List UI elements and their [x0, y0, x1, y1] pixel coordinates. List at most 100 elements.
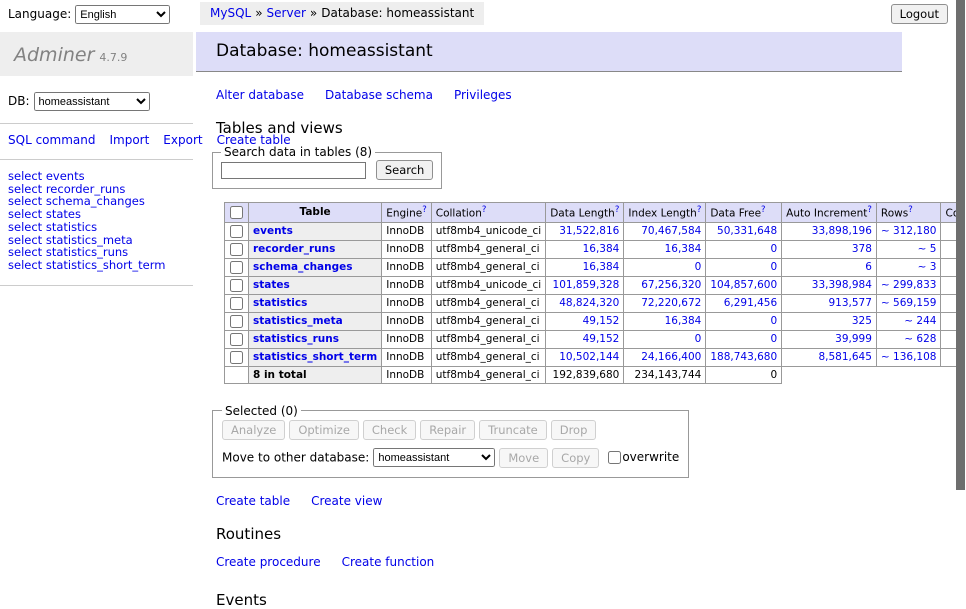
table-link-schema-changes[interactable]: schema_changes — [253, 261, 353, 273]
help-link[interactable]: ? — [615, 205, 620, 215]
data-length-link[interactable]: 48,824,320 — [559, 297, 619, 309]
link-create-function[interactable]: Create function — [342, 555, 435, 569]
auto-increment-link[interactable]: 39,999 — [835, 333, 872, 345]
data-free-link[interactable]: 104,857,600 — [710, 279, 777, 291]
sidebar-item-select-states[interactable]: select states — [8, 208, 185, 221]
data-free-link[interactable]: 0 — [770, 261, 777, 273]
rows-cell: ~ 312,180 — [876, 222, 941, 240]
copy-button[interactable]: Copy — [552, 448, 599, 468]
help-link[interactable]: ? — [697, 205, 702, 215]
auto-increment-link[interactable]: 33,898,196 — [812, 225, 872, 237]
data-free-link[interactable]: 188,743,680 — [710, 351, 777, 363]
index-length-link[interactable]: 16,384 — [665, 243, 702, 255]
auto-increment-link[interactable]: 325 — [852, 315, 872, 327]
search-button[interactable]: Search — [376, 160, 434, 180]
table-link-states[interactable]: states — [253, 279, 290, 291]
data-length-link[interactable]: 49,152 — [583, 333, 620, 345]
table-link-events[interactable]: events — [253, 225, 293, 237]
row-checkbox[interactable] — [230, 333, 243, 346]
language-select[interactable]: English — [75, 5, 170, 24]
data-free-link[interactable]: 6,291,456 — [724, 297, 777, 309]
data-length-link[interactable]: 49,152 — [583, 315, 620, 327]
link-privileges[interactable]: Privileges — [454, 88, 512, 102]
sidebar-item-sql-command[interactable]: SQL command — [8, 133, 95, 147]
breadcrumb-link-server[interactable]: Server — [267, 6, 306, 20]
index-length-link[interactable]: 16,384 — [665, 315, 702, 327]
sidebar-item-select-statistics[interactable]: select statistics — [8, 221, 185, 234]
row-checkbox[interactable] — [230, 279, 243, 292]
rows-link[interactable]: ~ 569,159 — [881, 297, 937, 309]
data-length-link[interactable]: 31,522,816 — [559, 225, 619, 237]
overwrite-checkbox[interactable] — [608, 451, 621, 464]
help-link[interactable]: ? — [908, 205, 913, 215]
rows-link[interactable]: ~ 299,833 — [881, 279, 937, 291]
collation-cell: utf8mb4_unicode_ci — [431, 222, 545, 240]
move-db-select[interactable]: homeassistant — [373, 448, 495, 467]
help-link[interactable]: ? — [867, 205, 872, 215]
data-length-cell: 16,384 — [546, 258, 624, 276]
row-checkbox[interactable] — [230, 351, 243, 364]
link-alter-database[interactable]: Alter database — [216, 88, 304, 102]
sidebar-item-import[interactable]: Import — [109, 133, 149, 147]
auto-increment-link[interactable]: 378 — [852, 243, 872, 255]
rows-link[interactable]: ~ 244 — [904, 315, 936, 327]
row-checkbox[interactable] — [230, 225, 243, 238]
analyze-button[interactable]: Analyze — [222, 420, 285, 440]
scrollbar-thumb[interactable] — [956, 0, 965, 490]
data-length-link[interactable]: 101,859,328 — [553, 279, 620, 291]
auto-increment-link[interactable]: 33,398,984 — [812, 279, 872, 291]
data-free-link[interactable]: 0 — [770, 315, 777, 327]
index-length-link[interactable]: 67,256,320 — [641, 279, 701, 291]
breadcrumb-link-mysql[interactable]: MySQL — [210, 6, 251, 20]
link-create-view[interactable]: Create view — [311, 494, 382, 508]
auto-increment-link[interactable]: 8,581,645 — [818, 351, 871, 363]
rows-link[interactable]: ~ 5 — [918, 243, 937, 255]
auto-increment-link[interactable]: 913,577 — [829, 297, 872, 309]
index-length-link[interactable]: 72,220,672 — [641, 297, 701, 309]
auto-increment-cell: 325 — [782, 312, 877, 330]
truncate-button[interactable]: Truncate — [479, 420, 547, 440]
link-database-schema[interactable]: Database schema — [325, 88, 433, 102]
rows-link[interactable]: ~ 628 — [904, 333, 936, 345]
rows-link[interactable]: ~ 3 — [918, 261, 937, 273]
help-link[interactable]: ? — [422, 205, 427, 215]
table-link-statistics-meta[interactable]: statistics_meta — [253, 315, 343, 327]
index-length-link[interactable]: 0 — [695, 333, 702, 345]
db-select[interactable]: homeassistant — [34, 92, 150, 111]
check-button[interactable]: Check — [363, 420, 416, 440]
sidebar-item-select-events[interactable]: select events — [8, 170, 185, 183]
table-link-statistics-short-term[interactable]: statistics_short_term — [253, 351, 377, 363]
link-create-table[interactable]: Create table — [216, 494, 290, 508]
optimize-button[interactable]: Optimize — [289, 420, 359, 440]
data-free-link[interactable]: 50,331,648 — [717, 225, 777, 237]
row-checkbox[interactable] — [230, 243, 243, 256]
link-create-procedure[interactable]: Create procedure — [216, 555, 321, 569]
index-length-link[interactable]: 0 — [695, 261, 702, 273]
table-link-statistics-runs[interactable]: statistics_runs — [253, 333, 339, 345]
help-link[interactable]: ? — [482, 205, 487, 215]
drop-button[interactable]: Drop — [551, 420, 597, 440]
row-checkbox[interactable] — [230, 297, 243, 310]
move-button[interactable]: Move — [499, 448, 548, 468]
data-length-link[interactable]: 16,384 — [583, 261, 620, 273]
rows-link[interactable]: ~ 136,108 — [881, 351, 937, 363]
scrollbar[interactable] — [956, 0, 966, 543]
help-link[interactable]: ? — [761, 205, 766, 215]
repair-button[interactable]: Repair — [420, 420, 475, 440]
auto-increment-link[interactable]: 6 — [865, 261, 872, 273]
rows-link[interactable]: ~ 312,180 — [881, 225, 937, 237]
row-checkbox[interactable] — [230, 261, 243, 274]
data-free-link[interactable]: 0 — [770, 333, 777, 345]
index-length-link[interactable]: 24,166,400 — [641, 351, 701, 363]
sidebar-item-select-statistics-short-term[interactable]: select statistics_short_term — [8, 259, 185, 272]
select-all-checkbox[interactable] — [230, 206, 243, 219]
row-checkbox[interactable] — [230, 315, 243, 328]
table-link-recorder-runs[interactable]: recorder_runs — [253, 243, 335, 255]
data-length-cell: 16,384 — [546, 240, 624, 258]
data-length-link[interactable]: 16,384 — [583, 243, 620, 255]
data-length-link[interactable]: 10,502,144 — [559, 351, 619, 363]
table-link-statistics[interactable]: statistics — [253, 297, 307, 309]
search-input[interactable] — [221, 162, 366, 179]
data-free-link[interactable]: 0 — [770, 243, 777, 255]
index-length-link[interactable]: 70,467,584 — [641, 225, 701, 237]
